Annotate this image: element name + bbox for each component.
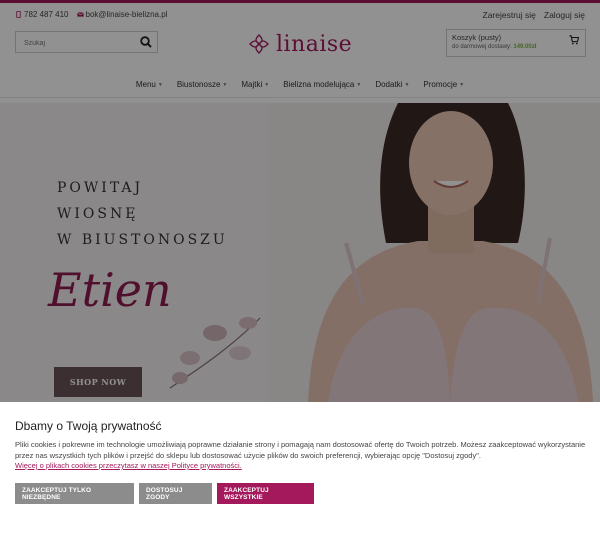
email-address: bok@linaise-bielizna.pl xyxy=(85,10,168,19)
cart-icon xyxy=(569,35,579,45)
chevron-down-icon: ▼ xyxy=(157,81,163,88)
chevron-down-icon: ▼ xyxy=(459,81,465,88)
chevron-down-icon: ▼ xyxy=(356,81,362,88)
shop-now-button[interactable]: SHOP NOW xyxy=(54,367,142,397)
cookie-title: Dbamy o Twoją prywatność xyxy=(15,419,162,433)
nav-label: Promocje xyxy=(423,80,458,89)
model-photo xyxy=(268,103,600,402)
hero-line-3: W BIUSTONOSZU xyxy=(57,232,228,248)
account-links: Zarejestruj się Zaloguj się xyxy=(483,10,586,20)
nav-label: Biustonosze xyxy=(176,80,221,89)
nav-label: Bielizna modelująca xyxy=(283,80,355,89)
leaves-decoration xyxy=(169,317,261,389)
contact-info: 782 487 410 bok@linaise-bielizna.pl xyxy=(15,10,167,19)
search-input[interactable] xyxy=(16,33,126,54)
hero-banner[interactable]: POWITAJ WIOSNĘ W BIUSTONOSZU Etien SHOP … xyxy=(0,103,600,402)
hero-headline: POWITAJ WIOSNĘ W BIUSTONOSZU xyxy=(57,175,228,253)
cookie-text: Pliki cookies i pokrewne im technologie … xyxy=(15,440,586,460)
header: linaise Koszyk (pusty) do darmowej dosta… xyxy=(0,25,600,67)
accept-necessary-button[interactable]: ZAAKCEPTUJ TYLKO NIEZBĘDNE xyxy=(15,483,134,504)
cookie-text-block: Pliki cookies i pokrewne im technologie … xyxy=(15,440,590,472)
logo[interactable]: linaise xyxy=(248,29,358,59)
nav-label: Majtki xyxy=(241,80,263,89)
hero-line-2: WIOSNĘ xyxy=(57,206,139,222)
accept-all-button[interactable]: ZAAKCEPTUJ WSZYSTKIE xyxy=(217,483,314,504)
cart-title: Koszyk (pusty) xyxy=(452,33,502,42)
nav-item-menu[interactable]: Menu ▼ xyxy=(129,72,170,97)
nav-label: Dodatki xyxy=(375,80,403,89)
phone-number: 782 487 410 xyxy=(24,10,69,19)
phone-icon xyxy=(16,11,21,18)
free-shipping-value: 149.00zł xyxy=(513,44,537,50)
chevron-down-icon: ▼ xyxy=(264,81,270,88)
free-shipping-label: do darmowej dostawy: xyxy=(452,44,512,50)
logo-text: linaise xyxy=(276,31,353,57)
free-shipping-info: do darmowej dostawy: 149.00zł xyxy=(452,44,580,50)
phone-contact[interactable]: 782 487 410 xyxy=(15,10,69,19)
hero-script-title: Etien xyxy=(48,263,172,317)
search-box xyxy=(15,31,158,54)
privacy-policy-link[interactable]: Więcej o plikach cookies przeczytasz w n… xyxy=(15,461,242,470)
nav-item-majtki[interactable]: Majtki ▼ xyxy=(234,72,276,97)
nav-item-dodatki[interactable]: Dodatki ▼ xyxy=(368,72,416,97)
nav-label: Menu xyxy=(135,80,156,89)
nav-item-bielizna-modelujaca[interactable]: Bielizna modelująca ▼ xyxy=(276,72,368,97)
cookie-banner: Dbamy o Twoją prywatność Pliki cookies i… xyxy=(0,402,600,560)
login-link[interactable]: Zaloguj się xyxy=(544,10,585,20)
search-icon[interactable] xyxy=(139,35,153,49)
chevron-down-icon: ▼ xyxy=(222,81,228,88)
email-contact[interactable]: bok@linaise-bielizna.pl xyxy=(76,10,168,19)
register-link[interactable]: Zarejestruj się xyxy=(483,10,536,20)
envelope-icon xyxy=(76,12,84,17)
customize-consent-button[interactable]: DOSTOSUJ ZGODY xyxy=(139,483,212,504)
nav-item-biustonosze[interactable]: Biustonosze ▼ xyxy=(170,72,235,97)
nav-item-promocje[interactable]: Promocje ▼ xyxy=(416,72,471,97)
main-nav: Menu ▼ Biustonosze ▼ Majtki ▼ Bielizna mode… xyxy=(0,72,600,98)
chevron-down-icon: ▼ xyxy=(404,81,410,88)
top-bar: 782 487 410 bok@linaise-bielizna.pl Zare… xyxy=(0,3,600,25)
hero-line-1: POWITAJ xyxy=(57,180,144,196)
logo-flower-icon xyxy=(249,34,269,54)
cookie-buttons: ZAAKCEPTUJ TYLKO NIEZBĘDNE DOSTOSUJ ZGOD… xyxy=(15,483,314,504)
cart-box[interactable]: Koszyk (pusty) do darmowej dostawy: 149.… xyxy=(446,29,586,57)
